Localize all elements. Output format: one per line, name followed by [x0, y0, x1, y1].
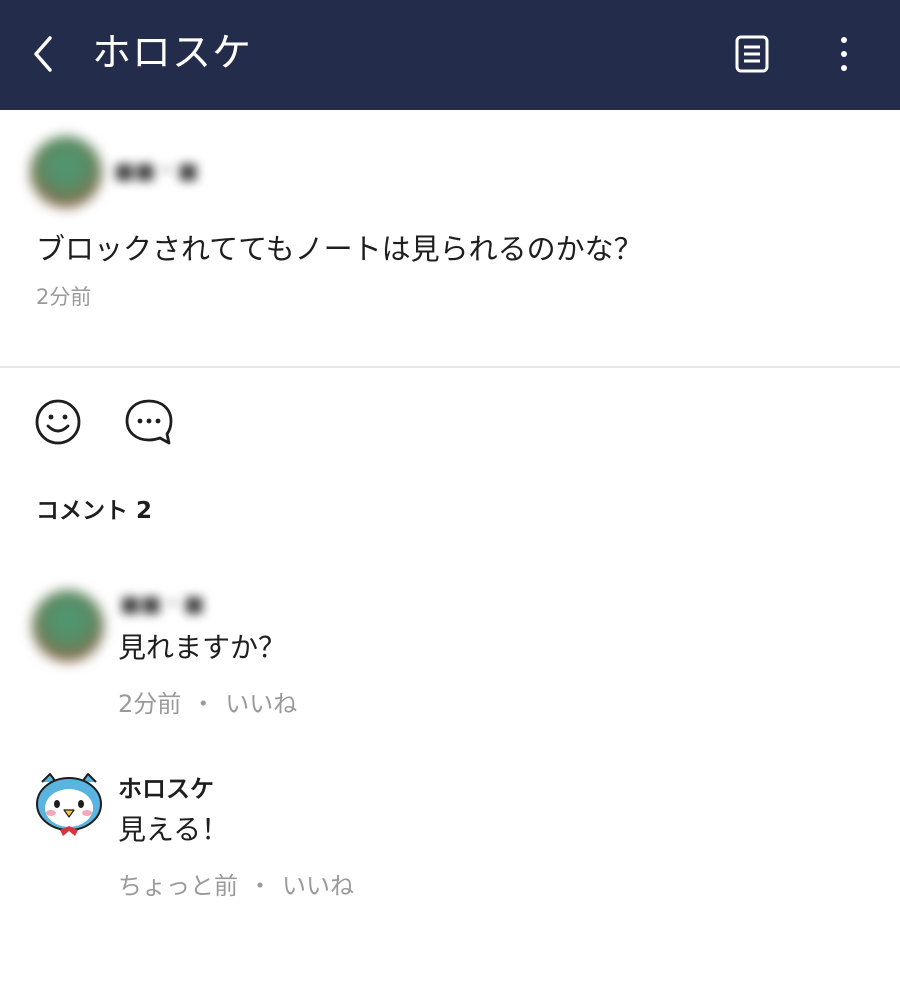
separator-dot: ・ — [248, 872, 272, 900]
comment-timestamp: ちょっと前 — [118, 872, 238, 900]
reaction-button[interactable] — [34, 398, 82, 446]
post-text: ブロックされててもノートは見られるのかな？ — [36, 232, 643, 266]
note-post: ■■・■ ブロックされててもノートは見られるのかな？ 2分前 — [0, 110, 900, 366]
post-timestamp: 2分前 — [36, 285, 92, 309]
page-title: ホロスケ — [92, 31, 253, 76]
post-author-name[interactable]: ■■・■ — [114, 156, 198, 188]
document-lines-icon — [735, 35, 769, 73]
separator-dot: ・ — [191, 690, 216, 718]
comment-button[interactable] — [124, 398, 174, 446]
more-options-button[interactable] — [826, 30, 862, 78]
back-button[interactable] — [26, 32, 62, 76]
comment-author-name[interactable]: ホロスケ — [118, 772, 214, 806]
divider — [0, 366, 900, 368]
like-link[interactable]: いいね — [282, 872, 354, 900]
owl-avatar[interactable] — [32, 768, 106, 842]
vertical-dots-icon — [841, 37, 847, 71]
smiley-face-icon — [35, 399, 81, 445]
comment-meta: 2分前・いいね — [118, 688, 297, 720]
speech-bubble-icon — [125, 399, 173, 445]
comments-heading: コメント 2 — [36, 498, 153, 524]
comment-text: 見える！ — [118, 813, 230, 846]
comment-author-name[interactable]: ■■・■ — [120, 590, 204, 620]
chevron-left-icon — [34, 36, 52, 72]
app-header: ホロスケ — [0, 0, 900, 110]
comment-avatar[interactable] — [32, 590, 104, 662]
comment-timestamp: 2分前 — [118, 690, 182, 718]
note-list-button[interactable] — [730, 30, 774, 78]
like-link[interactable]: いいね — [225, 690, 297, 718]
avatar[interactable] — [30, 136, 102, 208]
comment-meta: ちょっと前・いいね — [118, 870, 354, 902]
owl-mascot-icon — [36, 773, 102, 836]
comment-text: 見れますか？ — [118, 631, 287, 664]
